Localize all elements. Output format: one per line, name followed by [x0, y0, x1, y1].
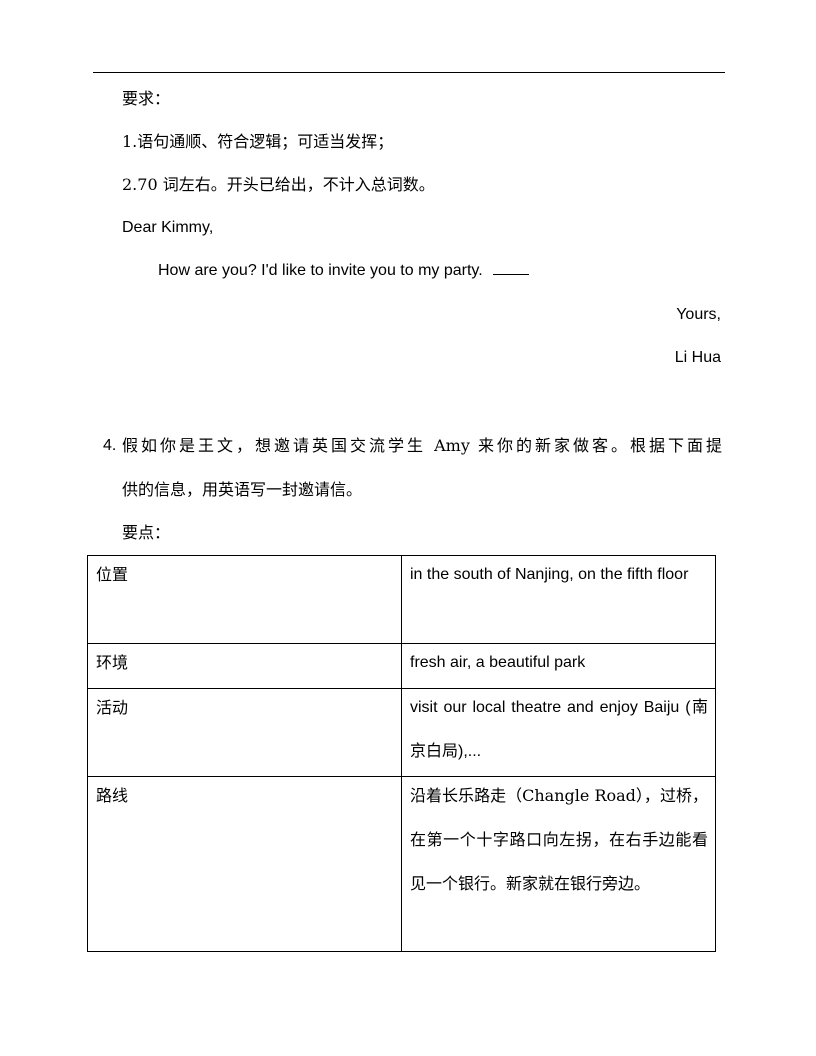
table-row: 环境 fresh air, a beautiful park	[87, 643, 716, 689]
requirement-item: 2.70 词左右。开头已给出，不计入总词数。	[122, 175, 435, 194]
letter-opening-line: How are you? I'd like to invite you to m…	[158, 260, 529, 282]
table-cell-value: fresh air, a beautiful park	[401, 643, 716, 689]
table-row: 活动 visit our local theatre and enjoy Bai…	[87, 688, 716, 777]
letter-salutation: Dear Kimmy,	[122, 219, 214, 236]
question-prompt-line-2: 供的信息，用英语写一封邀请信。	[122, 480, 363, 499]
table-cell-label: 路线	[87, 776, 402, 952]
question-prompt-line-1: 假如你是王文，想邀请英国交流学生 Amy 来你的新家做客。根据下面提	[122, 436, 722, 455]
table-cell-value: in the south of Nanjing, on the fifth fl…	[401, 555, 716, 644]
header-rule	[93, 72, 725, 73]
table-row: 路线 沿着长乐路走（Changle Road），过桥，在第一个十字路口向左拐，在…	[87, 776, 716, 952]
letter-opening: How are you? I'd like to invite you to m…	[158, 262, 483, 279]
requirement-item: 1.语句通顺、符合逻辑；可适当发挥；	[122, 132, 394, 151]
answer-blank	[492, 260, 529, 275]
table-cell-label: 活动	[87, 688, 402, 777]
table-row: 位置 in the south of Nanjing, on the fifth…	[87, 555, 716, 644]
letter-closing: Yours,	[676, 306, 721, 323]
table-cell-label: 位置	[87, 555, 402, 644]
info-table: 位置 in the south of Nanjing, on the fifth…	[87, 555, 716, 952]
question-number: 4.	[103, 437, 117, 454]
table-cell-value: visit our local theatre and enjoy Baiju …	[401, 688, 716, 777]
letter-signature: Li Hua	[674, 349, 721, 366]
table-cell-value: 沿着长乐路走（Changle Road），过桥，在第一个十字路口向左拐，在右手边…	[401, 776, 716, 952]
requirements-title: 要求：	[122, 89, 171, 108]
points-label: 要点：	[122, 523, 171, 542]
table-cell-label: 环境	[87, 643, 402, 689]
